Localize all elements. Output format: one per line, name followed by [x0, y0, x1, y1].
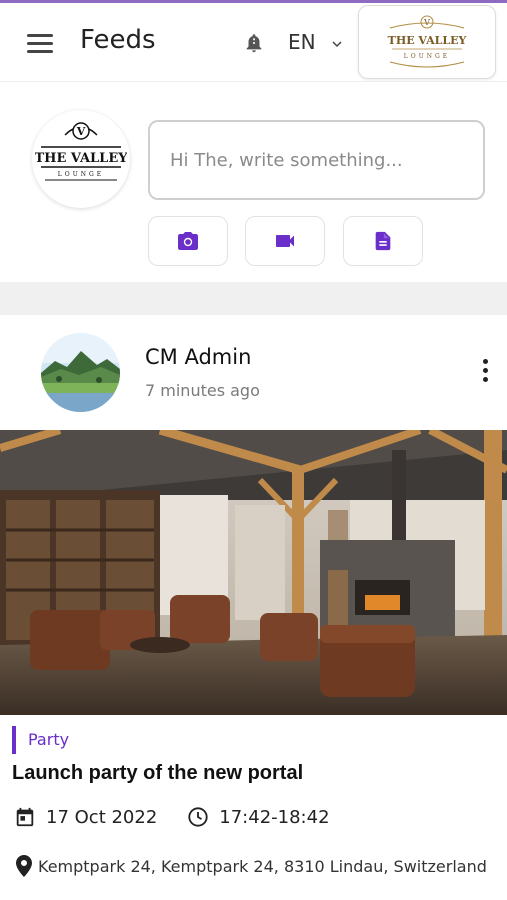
user-avatar[interactable]: V THE VALLEY LOUNGE	[32, 110, 130, 208]
chevron-down-icon	[332, 41, 342, 48]
event-time: 17:42-18:42	[219, 806, 330, 828]
language-selector[interactable]: EN	[288, 30, 342, 54]
valley-lounge-logo: V THE VALLEY LOUNGE	[35, 122, 127, 181]
add-video-button[interactable]	[245, 216, 325, 266]
menu-icon[interactable]	[27, 34, 53, 54]
add-photo-button[interactable]	[148, 216, 228, 266]
post-category[interactable]: Party	[12, 726, 69, 754]
document-icon	[375, 231, 391, 251]
clock-icon	[188, 807, 208, 827]
page-title: Feeds	[80, 25, 156, 55]
author-avatar[interactable]	[41, 333, 120, 412]
svg-text:V: V	[423, 18, 430, 27]
post-text-input[interactable]	[148, 120, 485, 200]
event-datetime: 17 Oct 2022 17:42-18:42	[14, 804, 330, 830]
landscape-avatar-image	[41, 333, 120, 412]
more-options-icon[interactable]	[478, 359, 492, 385]
language-label: EN	[288, 30, 316, 54]
brand-logo-button[interactable]: V THE VALLEY LOUNGE	[358, 5, 496, 79]
lounge-interior-photo	[0, 430, 507, 715]
bell-icon[interactable]	[243, 30, 265, 56]
svg-text:THE VALLEY: THE VALLEY	[35, 151, 127, 166]
svg-text:LOUNGE: LOUNGE	[58, 171, 104, 178]
event-location[interactable]: Kemptpark 24, Kemptpark 24, 8310 Lindau,…	[16, 855, 487, 877]
location-pin-icon	[16, 855, 32, 877]
camera-icon	[178, 232, 198, 250]
calendar-icon	[16, 807, 34, 827]
svg-text:LOUNGE: LOUNGE	[404, 53, 450, 60]
event-date: 17 Oct 2022	[46, 806, 158, 828]
post-timestamp: 7 minutes ago	[145, 381, 260, 400]
post-author[interactable]: CM Admin	[145, 345, 251, 369]
svg-text:V: V	[76, 125, 86, 138]
post-title[interactable]: Launch party of the new portal	[12, 762, 303, 785]
brand-logo: V THE VALLEY LOUNGE	[388, 15, 467, 68]
feed-post: CM Admin 7 minutes ago Party Launch part…	[0, 315, 507, 900]
post-image[interactable]	[0, 430, 507, 715]
svg-text:THE VALLEY: THE VALLEY	[388, 34, 467, 47]
add-document-button[interactable]	[343, 216, 423, 266]
section-separator	[0, 282, 507, 315]
location-text: Kemptpark 24, Kemptpark 24, 8310 Lindau,…	[38, 856, 487, 876]
video-icon	[276, 235, 294, 247]
event-time-group: 17:42-18:42	[187, 806, 330, 828]
post-composer: V THE VALLEY LOUNGE	[0, 82, 507, 282]
app-header: Feeds EN V THE VALLEY LOUNGE	[0, 3, 507, 81]
